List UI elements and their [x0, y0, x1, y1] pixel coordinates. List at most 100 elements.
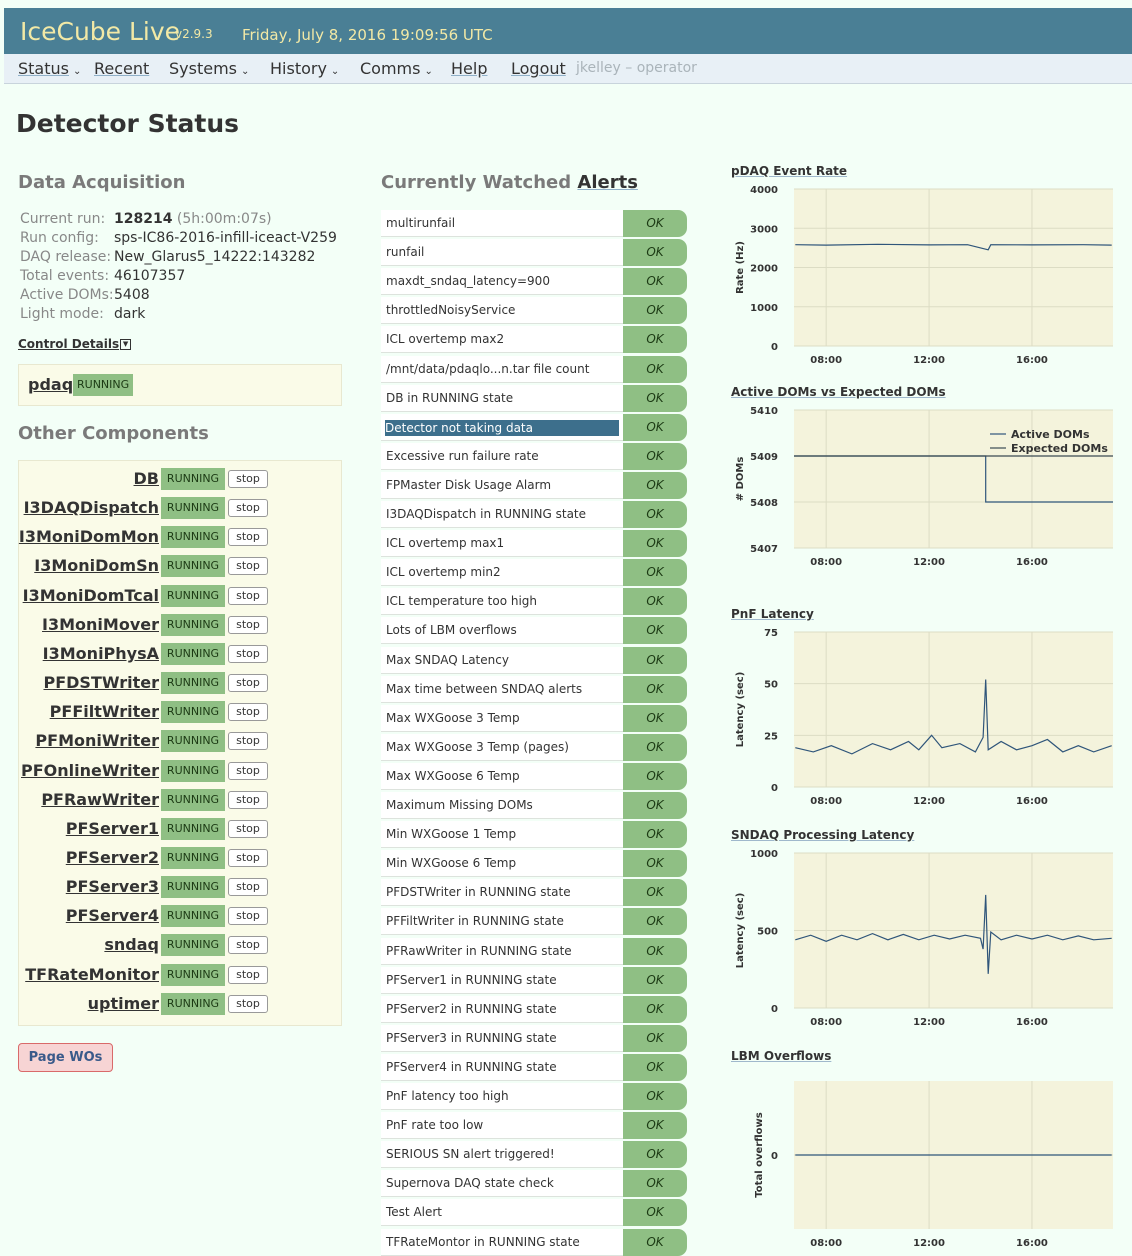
alert-name[interactable]: Max WXGoose 3 Temp (pages) [381, 733, 623, 761]
alert-row[interactable]: Maximum Missing DOMs OK [381, 792, 687, 819]
stop-button[interactable]: stop [228, 586, 268, 605]
alert-name[interactable]: Supernova DAQ state check [381, 1170, 623, 1198]
alert-row[interactable]: Max WXGoose 3 Temp OK [381, 704, 687, 732]
component-link[interactable]: I3MoniMover [42, 615, 159, 634]
app-title[interactable]: IceCube Live [20, 17, 180, 46]
component-link[interactable]: PFMoniWriter [35, 731, 159, 750]
stop-button[interactable]: stop [228, 470, 268, 488]
stop-button[interactable]: stop [228, 907, 268, 926]
alert-name[interactable]: Detector not taking data [381, 413, 623, 441]
chart-title[interactable]: Active DOMs vs Expected DOMs [731, 385, 946, 399]
alert-row[interactable]: throttledNoisyService OK [381, 297, 687, 325]
component-link[interactable]: I3MoniDomSn [34, 556, 159, 575]
alert-row[interactable]: SERIOUS SN alert triggered! OK [381, 1141, 687, 1169]
alert-row[interactable]: Max WXGoose 6 Temp OK [381, 762, 687, 790]
stop-button[interactable]: stop [228, 557, 268, 576]
component-link[interactable]: uptimer [88, 994, 159, 1013]
alert-row[interactable]: TFRateMontor in RUNNING state OK [381, 1228, 687, 1256]
alert-row[interactable]: Min WXGoose 1 Temp OK [381, 821, 687, 849]
alert-name[interactable]: PFServer1 in RUNNING state [381, 966, 623, 994]
control-details-toggle[interactable]: Control Details ▼ [18, 337, 132, 351]
alert-name[interactable]: Min WXGoose 1 Temp [381, 821, 623, 849]
alert-row[interactable]: maxdt_sndaq_latency=900 OK [381, 268, 687, 296]
alert-row[interactable]: PFDSTWriter in RUNNING state OK [381, 879, 687, 907]
alert-name[interactable]: DB in RUNNING state [381, 384, 623, 412]
stop-button[interactable]: stop [228, 878, 268, 897]
alert-name[interactable]: PFServer3 in RUNNING state [381, 1024, 623, 1052]
nav-history[interactable]: History ⌄ [270, 59, 339, 78]
stop-button[interactable]: stop [228, 819, 268, 838]
alert-row[interactable]: PFRawWriter in RUNNING state OK [381, 937, 687, 965]
alert-name[interactable]: ICL overtemp max1 [381, 530, 623, 558]
alert-row[interactable]: PnF rate too low OK [381, 1112, 687, 1140]
alert-name[interactable]: PnF latency too high [381, 1083, 623, 1110]
chart-title[interactable]: LBM Overflows [731, 1049, 831, 1063]
stop-button[interactable]: stop [228, 936, 268, 955]
stop-button[interactable]: stop [228, 528, 268, 547]
stop-button[interactable]: stop [228, 761, 268, 780]
stop-button[interactable]: stop [228, 499, 268, 518]
component-link[interactable]: TFRateMonitor [25, 965, 159, 984]
alert-row[interactable]: Max WXGoose 3 Temp (pages) OK [381, 733, 687, 761]
component-link[interactable]: I3MoniPhysA [43, 644, 159, 663]
component-link[interactable]: I3MoniDomMon [19, 527, 159, 546]
alert-name[interactable]: ICL temperature too high [381, 588, 623, 616]
alert-name[interactable]: PFServer2 in RUNNING state [381, 995, 623, 1023]
alert-name[interactable]: Min WXGoose 6 Temp [381, 850, 623, 878]
component-link[interactable]: PFFiltWriter [50, 702, 159, 721]
alert-row[interactable]: ICL temperature too high OK [381, 588, 687, 616]
stop-button[interactable]: stop [228, 848, 268, 867]
alert-row[interactable]: multirunfail OK [381, 210, 687, 237]
stop-button[interactable]: stop [228, 790, 268, 809]
alert-name[interactable]: multirunfail [381, 210, 623, 237]
pdaq-link[interactable]: pdaq [28, 375, 73, 394]
alert-name[interactable]: throttledNoisyService [381, 297, 623, 325]
alert-row[interactable]: ICL overtemp min2 OK [381, 559, 687, 587]
component-link[interactable]: I3DAQDispatch [24, 498, 159, 517]
component-link[interactable]: I3MoniDomTcal [23, 586, 159, 605]
component-link[interactable]: PFServer2 [66, 848, 159, 867]
alert-row[interactable]: Supernova DAQ state check OK [381, 1170, 687, 1198]
alert-name[interactable]: runfail [381, 239, 623, 267]
alert-row[interactable]: PFFiltWriter in RUNNING state OK [381, 908, 687, 936]
alert-row[interactable]: I3DAQDispatch in RUNNING state OK [381, 501, 687, 528]
alert-row[interactable]: Detector not taking data OK [381, 413, 687, 441]
alert-row[interactable]: FPMaster Disk Usage Alarm OK [381, 471, 687, 499]
stop-button[interactable]: stop [228, 644, 268, 663]
component-link[interactable]: PFServer4 [66, 906, 159, 925]
nav-comms[interactable]: Comms ⌄ [360, 59, 433, 78]
stop-button[interactable]: stop [228, 703, 268, 722]
alert-name[interactable]: Maximum Missing DOMs [381, 792, 623, 819]
component-link[interactable]: sndaq [104, 935, 159, 954]
alert-row[interactable]: PFServer2 in RUNNING state OK [381, 995, 687, 1023]
chart-title[interactable]: PnF Latency [731, 607, 814, 621]
nav-logout[interactable]: Logout [511, 59, 566, 78]
nav-help[interactable]: Help [451, 59, 487, 78]
chart-title[interactable]: pDAQ Event Rate [731, 164, 847, 178]
alert-name[interactable]: ICL overtemp max2 [381, 326, 623, 354]
alert-name[interactable]: Excessive run failure rate [381, 442, 623, 470]
alert-name[interactable]: PnF rate too low [381, 1112, 623, 1140]
alert-name[interactable]: Lots of LBM overflows [381, 617, 623, 645]
alert-name[interactable]: PFRawWriter in RUNNING state [381, 937, 623, 965]
component-link[interactable]: PFServer1 [66, 819, 159, 838]
alert-name[interactable]: I3DAQDispatch in RUNNING state [381, 501, 623, 528]
alerts-link[interactable]: Alerts [577, 172, 638, 193]
stop-button[interactable]: stop [228, 615, 268, 634]
stop-button[interactable]: stop [228, 965, 268, 984]
page-wos-button[interactable]: Page WOs [18, 1043, 113, 1072]
alert-name[interactable]: PFFiltWriter in RUNNING state [381, 908, 623, 936]
alert-name[interactable]: TFRateMontor in RUNNING state [381, 1228, 623, 1256]
alert-row[interactable]: Test Alert OK [381, 1199, 687, 1227]
alert-row[interactable]: Lots of LBM overflows OK [381, 617, 687, 645]
alert-name[interactable]: Max time between SNDAQ alerts [381, 675, 623, 703]
nav-recent[interactable]: Recent [94, 59, 149, 78]
nav-systems[interactable]: Systems ⌄ [169, 59, 249, 78]
alert-name[interactable]: PFServer4 in RUNNING state [381, 1053, 623, 1081]
alert-row[interactable]: ICL overtemp max1 OK [381, 530, 687, 558]
stop-button[interactable]: stop [228, 994, 268, 1013]
alert-row[interactable]: PFServer3 in RUNNING state OK [381, 1024, 687, 1052]
component-link[interactable]: DB [134, 469, 159, 488]
component-link[interactable]: PFDSTWriter [43, 673, 159, 692]
alert-name[interactable]: /mnt/data/pdaqlo...n.tar file count [381, 355, 623, 383]
